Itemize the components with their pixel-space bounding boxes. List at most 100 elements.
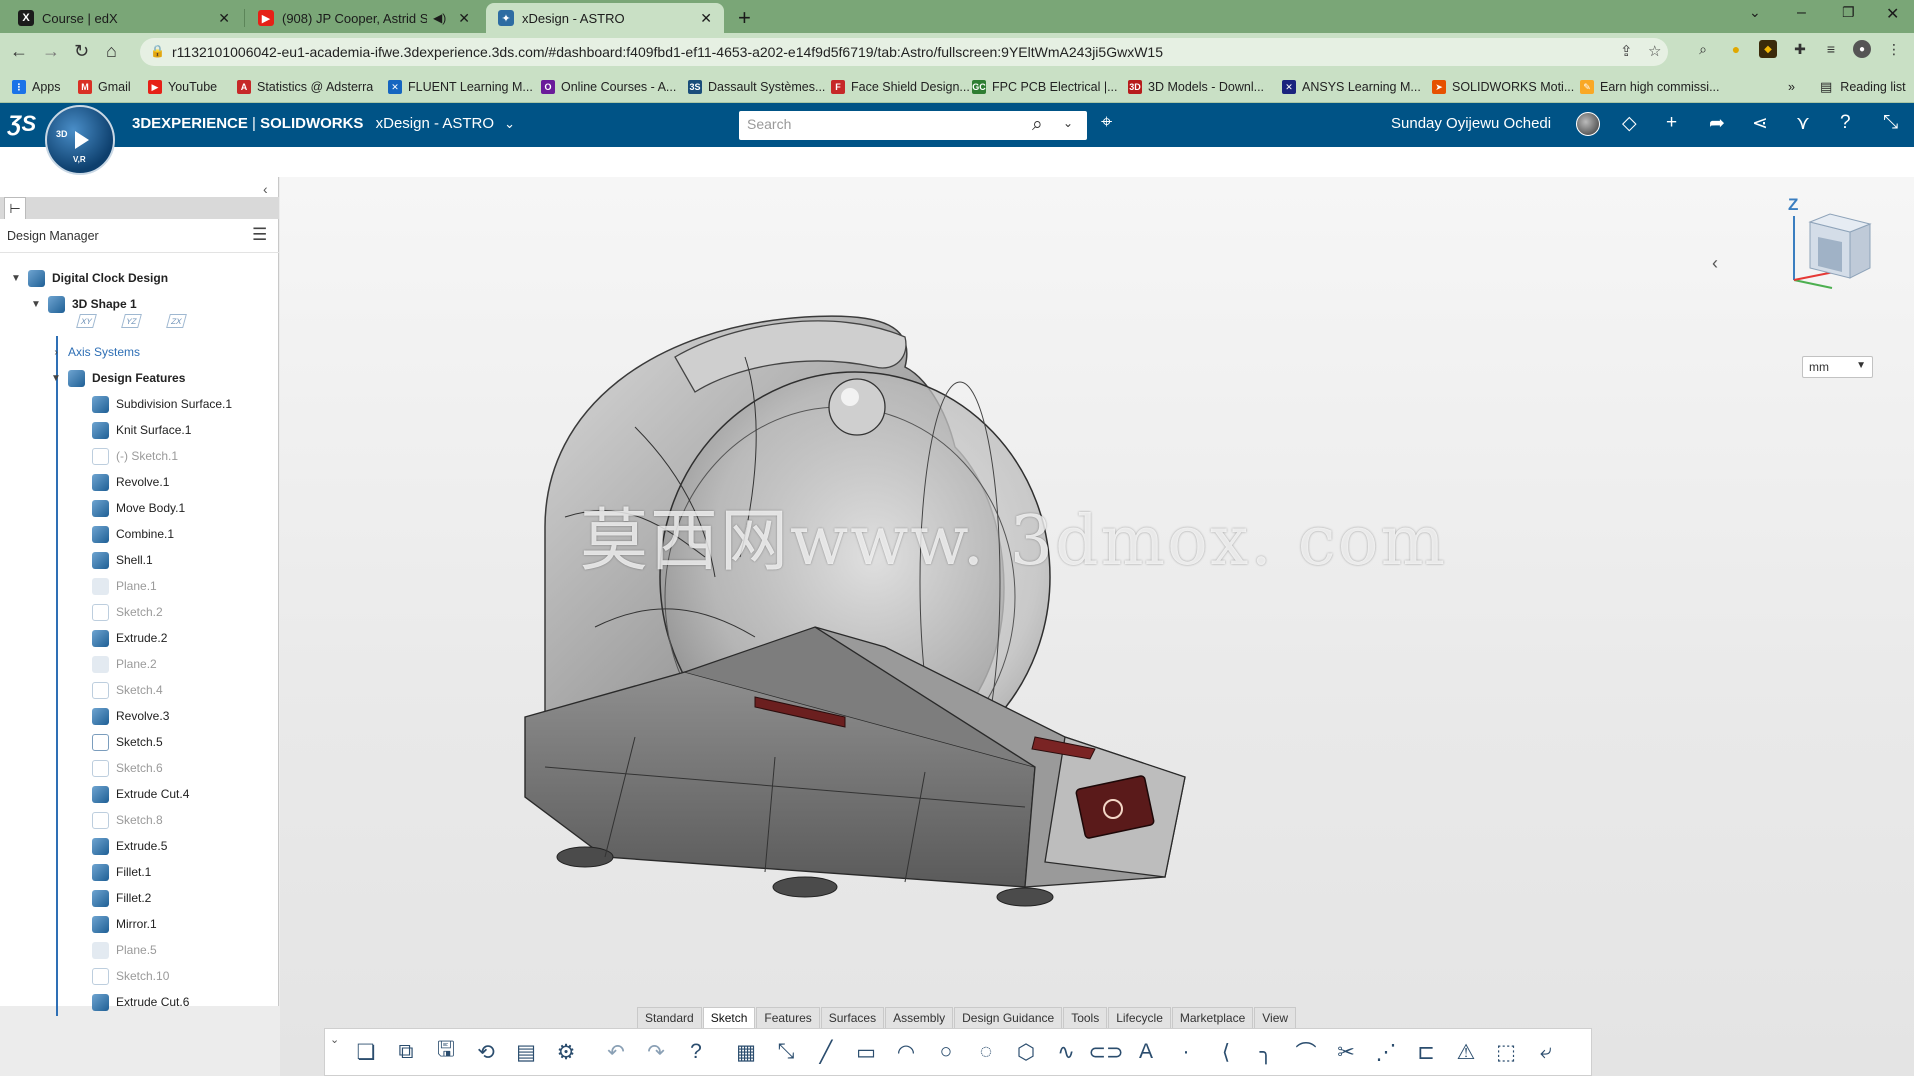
- sketch-grid-icon[interactable]: ▦: [731, 1037, 761, 1067]
- close-icon[interactable]: ✕: [458, 10, 470, 27]
- tab-design-guidance[interactable]: Design Guidance: [954, 1007, 1063, 1028]
- tree-item[interactable]: Extrude Cut.4: [92, 784, 189, 804]
- arc-icon[interactable]: ◠: [891, 1037, 921, 1067]
- tab-standard[interactable]: Standard: [637, 1007, 702, 1028]
- circle-icon[interactable]: ○: [931, 1037, 961, 1067]
- share-page-icon[interactable]: ⇪: [1620, 42, 1633, 60]
- expand-caret-icon[interactable]: ▼: [30, 299, 42, 310]
- search-input[interactable]: [747, 116, 1027, 132]
- constraint-icon[interactable]: ⋰: [1371, 1037, 1401, 1067]
- bookmark-item[interactable]: F Face Shield Design...: [831, 77, 970, 97]
- redo-icon[interactable]: ↷: [641, 1037, 671, 1067]
- platform-search[interactable]: ⌕ ⌄: [739, 111, 1087, 140]
- settings-icon[interactable]: ⚙: [551, 1037, 581, 1067]
- chevron-down-icon[interactable]: ⌄: [504, 116, 515, 131]
- tree-item[interactable]: ▼ Design Features: [50, 368, 185, 388]
- units-select[interactable]: mm ▼: [1802, 356, 1873, 378]
- tree-item[interactable]: › Axis Systems: [50, 342, 140, 362]
- tree-item[interactable]: Revolve.1: [92, 472, 169, 492]
- digital-clock-model[interactable]: [505, 297, 1205, 937]
- polyline-icon[interactable]: ⟨: [1211, 1037, 1241, 1067]
- exit-sketch-icon[interactable]: ⤶: [1531, 1037, 1561, 1067]
- hamburger-menu-icon[interactable]: ☰: [252, 225, 267, 245]
- design-manager-icon[interactable]: ▤: [511, 1037, 541, 1067]
- bookmark-item[interactable]: 3S Dassault Systèmes...: [688, 77, 825, 97]
- bookmark-item[interactable]: A Statistics @ Adsterra: [237, 77, 373, 97]
- line-icon[interactable]: ╱: [811, 1037, 841, 1067]
- exit-fullscreen-icon[interactable]: ⤡: [1883, 112, 1898, 134]
- tree-item[interactable]: Fillet.1: [92, 862, 151, 882]
- extension-shield-icon[interactable]: ◆: [1759, 40, 1777, 58]
- revision-icon[interactable]: ⟲: [471, 1037, 501, 1067]
- browser-menu-icon[interactable]: ⋮: [1885, 40, 1903, 58]
- window-close-icon[interactable]: ✕: [1886, 4, 1899, 24]
- help-icon[interactable]: ?: [1840, 112, 1851, 134]
- bookmark-star-icon[interactable]: ☆: [1648, 42, 1661, 60]
- tree-item[interactable]: Extrude Cut.6: [92, 992, 189, 1012]
- share-icon[interactable]: ➦: [1709, 112, 1725, 135]
- tree-item[interactable]: Sketch.4: [92, 680, 163, 700]
- bookmark-item[interactable]: ➤ SOLIDWORKS Moti...: [1432, 77, 1574, 97]
- profile-avatar-icon[interactable]: ●: [1853, 40, 1871, 58]
- tree-item[interactable]: Combine.1: [92, 524, 174, 544]
- chevron-left-icon[interactable]: ‹: [1712, 253, 1718, 274]
- collaborate-icon[interactable]: ⋖: [1752, 112, 1768, 135]
- browser-tab-xdesign[interactable]: ✦ xDesign - ASTRO ✕: [486, 3, 724, 33]
- tree-item[interactable]: Fillet.2: [92, 888, 151, 908]
- bookmark-item[interactable]: ✕ ANSYS Learning M...: [1282, 77, 1421, 97]
- minimize-icon[interactable]: –: [1797, 4, 1806, 22]
- fillet-icon[interactable]: ╮: [1251, 1037, 1281, 1067]
- tree-item[interactable]: Plane.2: [92, 654, 157, 674]
- tab-lifecycle[interactable]: Lifecycle: [1108, 1007, 1171, 1028]
- tab-marketplace[interactable]: Marketplace: [1171, 1007, 1254, 1028]
- 3ds-logo-icon[interactable]: ƷS: [8, 111, 36, 137]
- tree-item[interactable]: Subdivision Surface.1: [92, 394, 232, 414]
- communities-icon[interactable]: ⋎: [1796, 112, 1810, 135]
- bookmark-item[interactable]: 3D 3D Models - Downl...: [1128, 77, 1264, 97]
- view-cube-icon[interactable]: ⬚: [1491, 1037, 1521, 1067]
- new-design-icon[interactable]: ❏: [351, 1037, 381, 1067]
- tree-item[interactable]: Extrude.5: [92, 836, 167, 856]
- address-bar[interactable]: 🔒 r1132101006042-eu1-academia-ifwe.3dexp…: [140, 38, 1668, 66]
- view-cube[interactable]: Z: [1770, 192, 1880, 292]
- restore-icon[interactable]: ❐: [1842, 4, 1855, 21]
- collapse-caret-icon[interactable]: ›: [50, 347, 62, 358]
- tab-search-icon[interactable]: ⌄: [1749, 4, 1761, 21]
- point-icon[interactable]: ·: [1171, 1037, 1201, 1067]
- tab-tools[interactable]: Tools: [1063, 1007, 1108, 1028]
- text-icon[interactable]: A: [1131, 1037, 1161, 1067]
- browser-tab-edx[interactable]: X Course | edX ✕: [6, 3, 242, 33]
- tab-surfaces[interactable]: Surfaces: [820, 1007, 885, 1028]
- expand-caret-icon[interactable]: ▼: [10, 273, 22, 284]
- tree-item[interactable]: Mirror.1: [92, 914, 157, 934]
- tree-item[interactable]: Plane.5: [92, 940, 157, 960]
- ellipse-icon[interactable]: ◌: [971, 1037, 1001, 1067]
- tree-item[interactable]: Sketch.2: [92, 602, 163, 622]
- plane-xy-icon[interactable]: XY: [76, 314, 97, 328]
- forward-icon[interactable]: →: [42, 41, 60, 62]
- bookmark-item[interactable]: ✕ FLUENT Learning M...: [388, 77, 533, 97]
- bookmark-item[interactable]: GC FPC PCB Electrical |...: [972, 77, 1118, 97]
- extension-honey-icon[interactable]: ●: [1727, 40, 1745, 58]
- slot-icon[interactable]: ⊂⊃: [1088, 1037, 1123, 1067]
- tree-item[interactable]: ▼ 3D Shape 1: [30, 294, 137, 314]
- expand-caret-icon[interactable]: ▼: [50, 373, 62, 384]
- avatar[interactable]: [1576, 112, 1600, 136]
- new-tab-icon[interactable]: +: [738, 5, 751, 31]
- back-icon[interactable]: ←: [10, 41, 28, 62]
- app-title[interactable]: 3DEXPERIENCE | SOLIDWORKS xDesign - ASTR…: [132, 115, 515, 132]
- tree-item[interactable]: Extrude.2: [92, 628, 167, 648]
- tab-view[interactable]: View: [1254, 1007, 1297, 1028]
- rectangle-icon[interactable]: ▭: [851, 1037, 881, 1067]
- bookmark-item[interactable]: ⋮ Apps: [12, 77, 61, 97]
- media-control-icon[interactable]: ≡: [1822, 40, 1840, 58]
- spline-icon[interactable]: ∿: [1051, 1037, 1081, 1067]
- bookmark-item[interactable]: ▶ YouTube: [148, 77, 217, 97]
- tab-assembly[interactable]: Assembly: [885, 1007, 954, 1028]
- undo-icon[interactable]: ↶: [601, 1037, 631, 1067]
- sketch-select-icon[interactable]: ⤡: [771, 1037, 801, 1067]
- close-icon[interactable]: ✕: [700, 10, 712, 27]
- tree-item[interactable]: Sketch.10: [92, 966, 169, 986]
- save-icon[interactable]: 🖫: [431, 1037, 461, 1067]
- tree-item[interactable]: Revolve.3: [92, 706, 169, 726]
